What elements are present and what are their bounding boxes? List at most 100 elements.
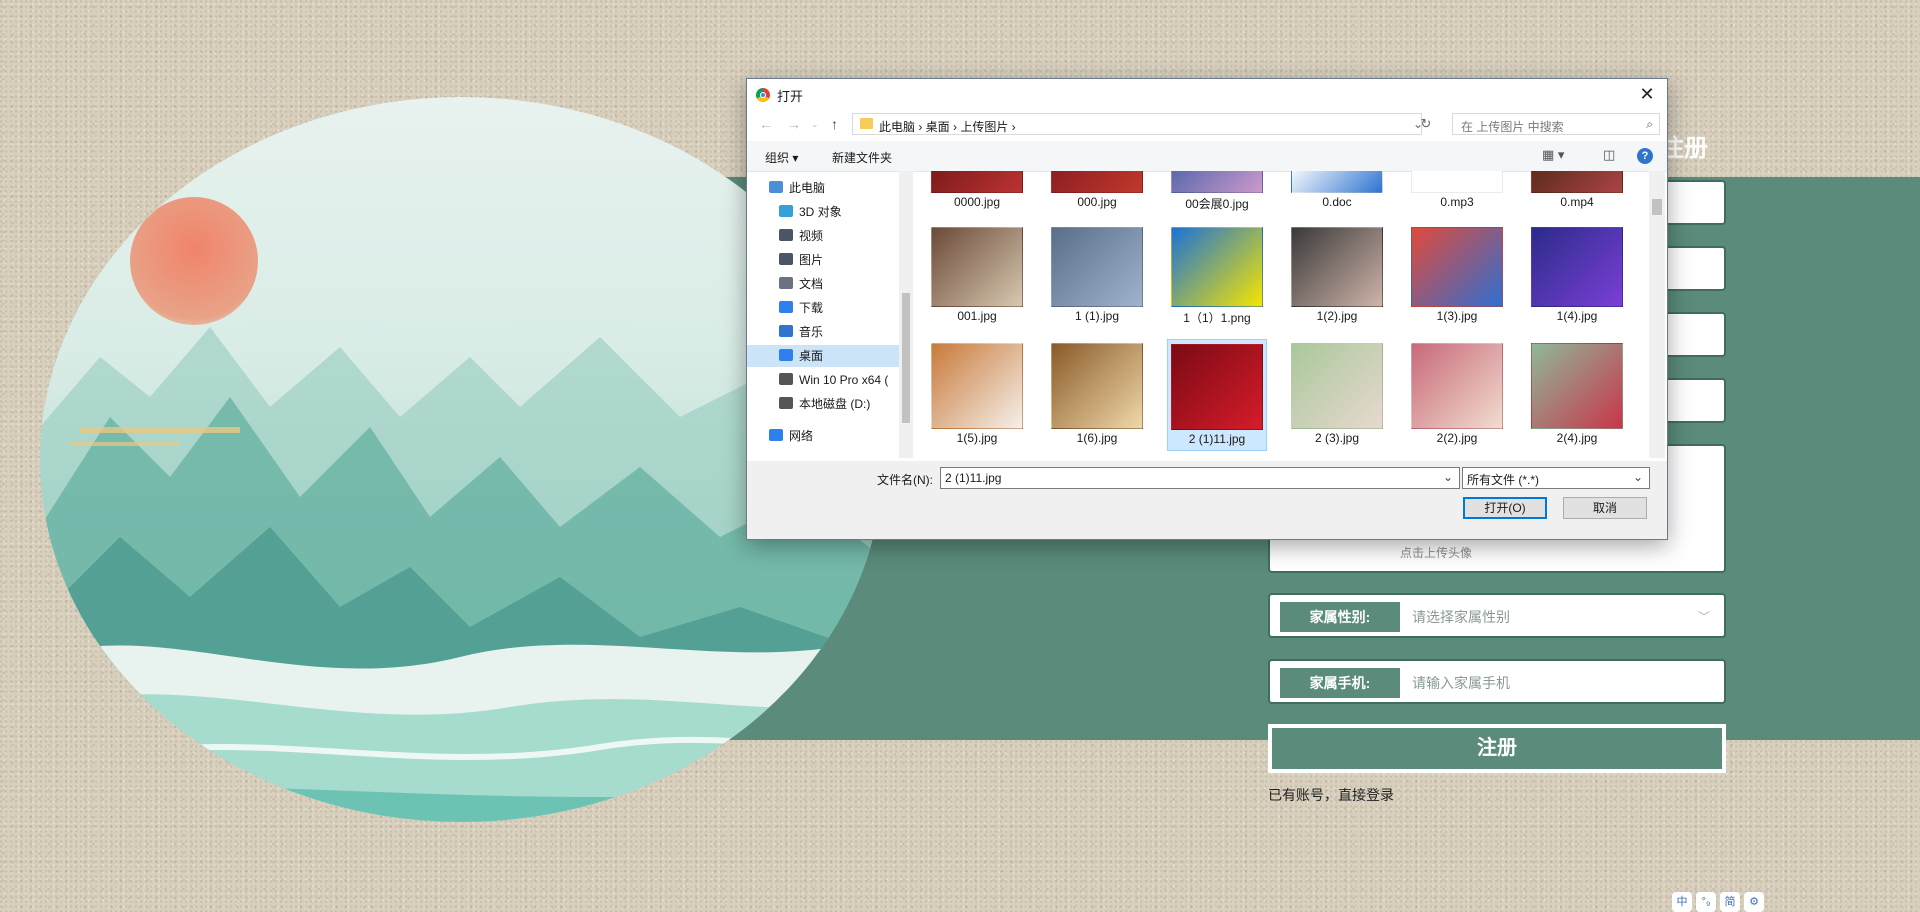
view-options-icon[interactable]: ▦ ▾ [1542, 147, 1564, 163]
file-item[interactable]: 2 (3).jpg [1287, 339, 1387, 451]
document-icon [779, 277, 793, 289]
file-item[interactable]: 2(4).jpg [1527, 339, 1627, 451]
phone-field[interactable]: 家属手机: 请输入家属手机 [1268, 659, 1726, 704]
filename-value[interactable]: 2 (1)11.jpg [945, 471, 1001, 485]
file-item[interactable]: 1(3).jpg [1407, 223, 1507, 329]
sidebar-item[interactable]: Win 10 Pro x64 ( [779, 369, 888, 391]
address-bar[interactable]: 此电脑 › 桌面 › 上传图片 › ⌄ [852, 113, 1423, 135]
sidebar-item-label: 音乐 [799, 325, 824, 339]
new-folder-button[interactable]: 新建文件夹 [832, 149, 892, 166]
refresh-icon[interactable]: ↻ [1415, 113, 1437, 135]
file-thumbnail [931, 343, 1023, 429]
file-name: 0.mp3 [1440, 195, 1474, 209]
file-item[interactable]: 0.doc [1287, 171, 1387, 219]
file-scrollbar[interactable] [1649, 171, 1665, 458]
file-item[interactable]: 2 (1)11.jpg [1167, 339, 1267, 451]
file-name: 1(6).jpg [1076, 431, 1118, 445]
organize-menu[interactable]: 组织 ▾ [765, 149, 798, 166]
drive-icon [779, 373, 793, 385]
sidebar-item[interactable]: 网络 [769, 425, 813, 447]
sidebar-item-label: 桌面 [799, 349, 824, 363]
file-thumbnail [1531, 343, 1623, 429]
file-item[interactable]: 2(2).jpg [1407, 339, 1507, 451]
sidebar-item-label: 本地磁盘 (D:) [799, 397, 871, 411]
filename-input[interactable]: 2 (1)11.jpg ⌄ [940, 467, 1460, 489]
sidebar-item[interactable]: 此电脑 [769, 177, 825, 199]
sidebar-item[interactable]: 本地磁盘 (D:) [779, 393, 870, 415]
file-name: 1(2).jpg [1316, 309, 1358, 323]
sidebar-item-label: 此电脑 [789, 181, 826, 195]
sidebar-item[interactable]: 桌面 [747, 345, 899, 367]
open-button[interactable]: 打开(O) [1463, 497, 1547, 519]
back-arrow-icon[interactable]: ← [759, 116, 773, 132]
filetype-select[interactable]: 所有文件 (*.*) ⌄ [1462, 467, 1650, 489]
sidebar-item[interactable]: 图片 [779, 249, 823, 271]
file-name: 000.jpg [1077, 195, 1117, 209]
preview-pane-icon[interactable]: ◫ [1603, 147, 1615, 163]
search-icon[interactable]: ⌕ [1646, 117, 1653, 132]
ime-chinese-icon[interactable]: 中 [1672, 892, 1692, 912]
computer-icon [769, 181, 783, 193]
file-item[interactable]: 000.jpg [1047, 171, 1147, 219]
recent-dropdown-icon[interactable]: ⌄ [811, 119, 819, 130]
search-input[interactable]: 在 上传图片 中搜索 [1461, 118, 1564, 135]
gender-select[interactable]: 家属性别: 请选择家属性别 ﹀ [1268, 593, 1726, 638]
file-item[interactable]: 0.mp4 [1527, 171, 1627, 219]
file-item[interactable]: 001.jpg [927, 223, 1027, 329]
file-name: 0.doc [1322, 195, 1352, 209]
help-icon[interactable]: ? [1637, 148, 1653, 164]
file-thumbnail [931, 227, 1023, 307]
file-thumbnail [1171, 344, 1263, 430]
forward-arrow-icon[interactable]: → [787, 116, 801, 132]
file-name: 2(2).jpg [1436, 431, 1478, 445]
ime-settings-icon[interactable]: ⚙ [1744, 892, 1764, 912]
network-icon [769, 429, 783, 441]
chrome-icon [756, 88, 770, 102]
chevron-down-icon: ﹀ [1697, 610, 1710, 624]
file-item[interactable]: 1(4).jpg [1527, 223, 1627, 329]
file-open-dialog: 打开 ✕ ← → ⌄ ↑ 此电脑 › 桌面 › 上传图片 › ⌄ ↻ 在 上传图… [746, 78, 1668, 540]
file-name: 2 (1)11.jpg [1188, 432, 1246, 446]
file-item[interactable]: 1 (1).jpg [1047, 223, 1147, 329]
gender-label: 家属性别: [1280, 602, 1400, 632]
sidebar-item[interactable]: 音乐 [779, 321, 823, 343]
dialog-title: 打开 [777, 89, 804, 104]
file-thumbnail [1051, 227, 1143, 307]
file-item[interactable]: 00会展0.jpg [1167, 171, 1267, 219]
chevron-down-icon[interactable]: ⌄ [1633, 470, 1643, 484]
file-item[interactable]: 0000.jpg [927, 171, 1027, 219]
dialog-footer: 文件名(N): 2 (1)11.jpg ⌄ 所有文件 (*.*) ⌄ 打开(O)… [747, 461, 1667, 539]
sidebar-item-label: 3D 对象 [799, 205, 842, 219]
sidebar-item[interactable]: 3D 对象 [779, 201, 842, 223]
breadcrumb[interactable]: 此电脑 › 桌面 › 上传图片 › [879, 118, 1016, 135]
desktop-icon [779, 349, 793, 361]
file-name: 1 (1).jpg [1074, 309, 1120, 323]
file-name: 001.jpg [957, 309, 997, 323]
file-name: 00会展0.jpg [1185, 197, 1249, 211]
file-item[interactable]: 1(2).jpg [1287, 223, 1387, 329]
navigation-scrollbar[interactable] [899, 171, 913, 458]
ime-punctuation-icon[interactable]: °₉ [1696, 892, 1716, 912]
filetype-value[interactable]: 所有文件 (*.*) [1467, 471, 1539, 488]
chevron-down-icon[interactable]: ⌄ [1443, 470, 1453, 484]
sidebar-item[interactable]: 视频 [779, 225, 823, 247]
file-item[interactable]: 0.mp3 [1407, 171, 1507, 219]
sidebar-item[interactable]: 文档 [779, 273, 823, 295]
close-button[interactable]: ✕ [1633, 81, 1661, 107]
file-name: 0000.jpg [953, 195, 1001, 209]
file-thumbnail [1531, 227, 1623, 307]
file-thumbnail [1291, 171, 1383, 193]
up-arrow-icon[interactable]: ↑ [831, 116, 838, 132]
file-item[interactable]: 1(6).jpg [1047, 339, 1147, 451]
sidebar-item[interactable]: 下载 [779, 297, 823, 319]
search-box[interactable]: 在 上传图片 中搜索 ⌕ [1452, 113, 1660, 135]
video-icon [779, 229, 793, 241]
file-item[interactable]: 1(5).jpg [927, 339, 1027, 451]
cancel-button[interactable]: 取消 [1563, 497, 1647, 519]
file-item[interactable]: 1（1）1.png [1167, 223, 1267, 329]
file-name: 2(4).jpg [1556, 431, 1598, 445]
register-button[interactable]: 注册 [1268, 724, 1726, 773]
login-link[interactable]: 已有账号，直接登录 [1268, 785, 1394, 805]
ime-simplified-icon[interactable]: 简 [1720, 892, 1740, 912]
file-name: 1(4).jpg [1556, 309, 1598, 323]
